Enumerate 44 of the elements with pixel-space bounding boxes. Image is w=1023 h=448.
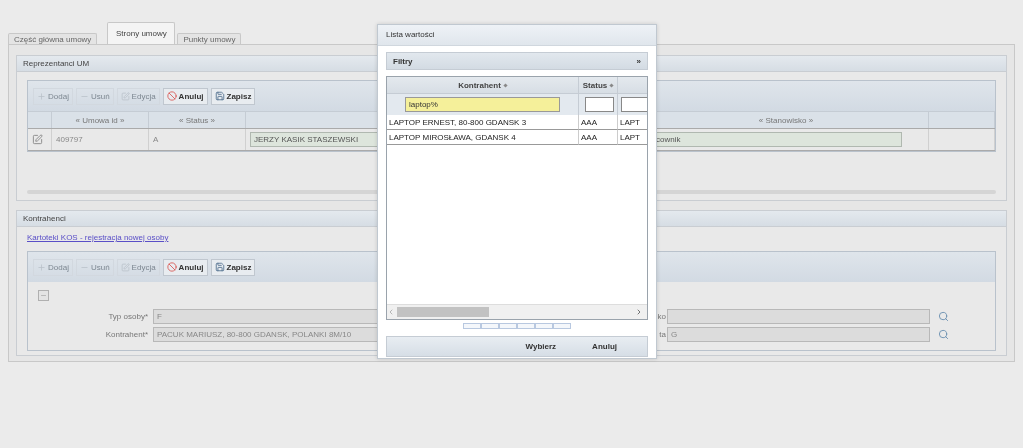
- pager-button[interactable]: [553, 323, 571, 329]
- plus-icon: [37, 91, 46, 101]
- scroll-right-icon[interactable]: [635, 308, 643, 316]
- filters-bar[interactable]: Filtry »: [386, 52, 648, 70]
- dialog-button[interactable]: Anuluj: [592, 342, 617, 351]
- dialog-button[interactable]: Wybierz: [525, 342, 557, 351]
- filter-input[interactable]: [621, 97, 647, 112]
- minus-icon: [40, 292, 47, 299]
- table-cell: 409797: [52, 129, 149, 150]
- filter-input[interactable]: laptop%: [405, 97, 560, 112]
- field-label: ta: [658, 330, 667, 339]
- scrollbar[interactable]: [387, 304, 647, 319]
- collapse-button[interactable]: [38, 290, 49, 301]
- scroll-left-icon[interactable]: [387, 308, 395, 316]
- field-label: Typ osoby*: [107, 312, 149, 321]
- pencil-icon: [120, 262, 130, 272]
- save-icon: [214, 91, 225, 101]
- dialog-title: Lista wartości: [378, 25, 656, 46]
- cancel-icon: [166, 262, 177, 272]
- filter-input[interactable]: [585, 97, 614, 112]
- sort-icon: [609, 82, 614, 88]
- sort-icon: [503, 82, 508, 88]
- registration-link[interactable]: Kartoteki KOS - rejestracja nowej osoby: [27, 233, 169, 242]
- toolbar-button[interactable]: Anuluj: [162, 87, 208, 105]
- plus-icon: [37, 262, 46, 272]
- toolbar-button[interactable]: Zapisz: [210, 258, 256, 276]
- toolbar-button[interactable]: Zapisz: [210, 87, 256, 105]
- table-cell: A: [149, 129, 246, 150]
- toolbar-button[interactable]: Anuluj: [162, 258, 208, 276]
- search-icon[interactable]: [938, 311, 949, 322]
- field-label: ko: [656, 312, 667, 321]
- tab[interactable]: Strony umowy: [107, 22, 176, 44]
- field-label: Kontrahent*: [104, 330, 149, 339]
- pager-button[interactable]: [499, 323, 517, 329]
- pencil-icon: [120, 91, 130, 101]
- pager-button[interactable]: [481, 323, 499, 329]
- pager-button[interactable]: [517, 323, 535, 329]
- cancel-icon: [166, 91, 177, 101]
- pager-button[interactable]: [535, 323, 553, 329]
- save-icon: [214, 262, 225, 272]
- edit-icon[interactable]: [32, 134, 43, 145]
- pager-button[interactable]: [463, 323, 481, 329]
- input-field[interactable]: [667, 309, 930, 324]
- search-icon[interactable]: [938, 329, 949, 340]
